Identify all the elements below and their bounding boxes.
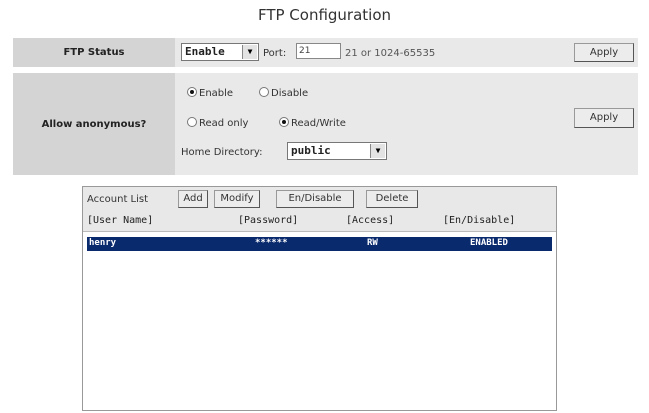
- column-header-password: [Password]: [238, 215, 299, 226]
- read-only-radio[interactable]: Read only: [187, 117, 248, 129]
- read-write-radio[interactable]: Read/Write: [279, 117, 346, 129]
- en-disable-button[interactable]: En/Disable: [276, 190, 354, 208]
- radio-unselected-icon: [187, 117, 197, 127]
- anonymous-disable-label: Disable: [271, 88, 309, 99]
- ftp-status-apply-button[interactable]: Apply: [574, 43, 634, 62]
- allow-anonymous-row: Allow anonymous? Enable Disable Read onl…: [13, 73, 638, 175]
- port-input[interactable]: 21: [296, 43, 341, 59]
- delete-button[interactable]: Delete: [366, 190, 418, 208]
- column-header-access: [Access]: [346, 215, 395, 226]
- modify-button[interactable]: Modify: [214, 190, 260, 208]
- chevron-down-icon[interactable]: ▼: [242, 45, 257, 59]
- cell-access: RW: [367, 238, 378, 248]
- port-label: Port:: [263, 48, 287, 59]
- radio-selected-icon: [279, 117, 289, 127]
- table-row[interactable]: henry ****** RW ENABLED: [87, 237, 552, 251]
- cell-password: ******: [255, 238, 288, 248]
- home-directory-label: Home Directory:: [181, 147, 263, 158]
- account-list-panel: Account List Add Modify En/Disable Delet…: [82, 186, 557, 411]
- cell-user-name: henry: [89, 238, 117, 248]
- account-list-title: Account List: [87, 194, 149, 205]
- home-directory-select[interactable]: public ▼: [287, 142, 387, 160]
- account-list-toolbar: Account List Add Modify En/Disable Delet…: [83, 187, 556, 212]
- ftp-status-select[interactable]: Enable ▼: [181, 43, 259, 61]
- home-directory-value: public: [291, 144, 331, 157]
- radio-selected-icon: [187, 87, 197, 97]
- anonymous-apply-button[interactable]: Apply: [574, 108, 634, 128]
- column-header-en-disable: [En/Disable]: [443, 215, 516, 226]
- radio-unselected-icon: [259, 87, 269, 97]
- account-list-body: henry ****** RW ENABLED: [83, 232, 556, 410]
- add-button[interactable]: Add: [178, 190, 208, 208]
- port-hint: 21 or 1024-65535: [345, 48, 436, 59]
- read-write-label: Read/Write: [291, 118, 346, 129]
- anonymous-disable-radio[interactable]: Disable: [259, 87, 308, 99]
- account-list-header: [User Name] [Password] [Access] [En/Disa…: [83, 212, 556, 232]
- column-header-user-name: [User Name]: [87, 215, 154, 226]
- chevron-down-icon[interactable]: ▼: [370, 144, 385, 158]
- cell-status: ENABLED: [470, 238, 508, 248]
- ftp-status-select-value: Enable: [185, 45, 225, 58]
- page-title: FTP Configuration: [257, 6, 392, 24]
- ftp-status-label: FTP Status: [13, 38, 175, 67]
- ftp-status-row: FTP Status Enable ▼ Port: 21 21 or 1024-…: [13, 38, 638, 67]
- allow-anonymous-label: Allow anonymous?: [13, 73, 175, 175]
- read-only-label: Read only: [199, 118, 249, 129]
- anonymous-enable-label: Enable: [199, 88, 234, 99]
- anonymous-enable-radio[interactable]: Enable: [187, 87, 233, 99]
